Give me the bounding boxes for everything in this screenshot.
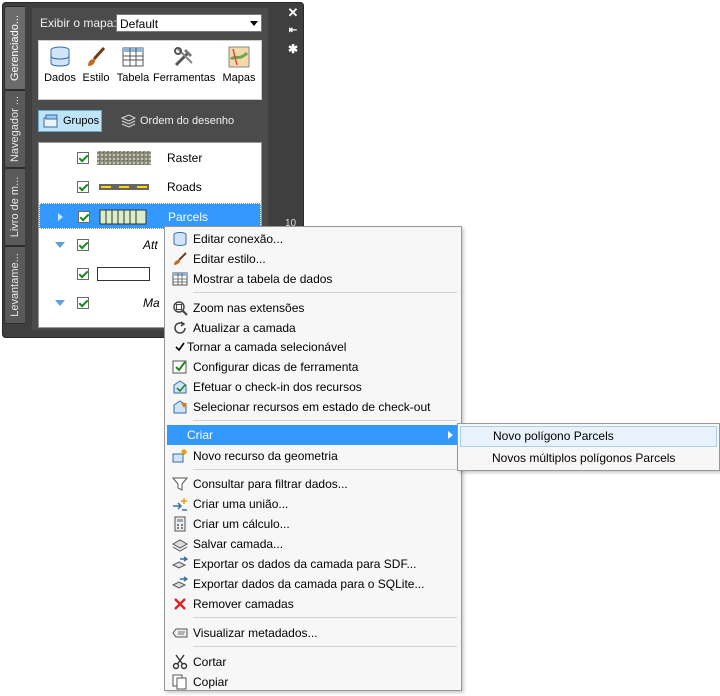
style-button[interactable]: Estilo	[79, 45, 113, 84]
groups-icon	[43, 114, 59, 128]
draw-order-icon	[120, 114, 137, 128]
checkout-icon	[172, 399, 188, 415]
menu-item-select-checked-out[interactable]: Selecionar recursos em estado de check-o…	[167, 397, 459, 417]
table-icon	[172, 271, 188, 287]
visibility-checkbox[interactable]	[77, 297, 89, 309]
visibility-checkbox[interactable]	[77, 152, 89, 164]
checkin-icon	[172, 379, 188, 395]
tools-button[interactable]: Ferramentas	[153, 45, 215, 84]
data-button[interactable]: Dados	[43, 45, 77, 84]
properties-icon[interactable]: ✱	[286, 42, 300, 56]
save-layer-icon	[171, 536, 189, 552]
menu-item-edit-connection[interactable]: Editar conexão...	[167, 229, 459, 249]
tooltip-icon	[172, 359, 188, 375]
menu-separator	[193, 292, 457, 293]
menu-item-zoom-extents[interactable]: Zoom nas extensões	[167, 298, 459, 318]
parcels-symbol-icon	[98, 209, 152, 225]
new-feature-icon	[172, 448, 188, 464]
menu-separator	[193, 420, 457, 421]
menu-item-view-metadata[interactable]: Visualizar metadados...	[167, 623, 459, 643]
chevron-down-icon	[250, 21, 258, 26]
menu-item-create[interactable]: Criar	[167, 425, 459, 445]
auto-hide-icon[interactable]: ⇤	[286, 24, 300, 38]
menu-item-remove-layers[interactable]: Remover camadas	[167, 594, 459, 614]
filter-icon	[171, 476, 189, 492]
draw-order-button[interactable]: Ordem do desenho	[118, 110, 234, 132]
submenu-item-new-multi-polygons[interactable]: Novos múltiplos polígonos Parcels	[460, 448, 717, 469]
menu-item-create-join[interactable]: Criar uma união...	[167, 494, 459, 514]
submenu-arrow-icon	[448, 431, 453, 439]
menu-item-copy[interactable]: Copiar	[167, 672, 459, 692]
table-button[interactable]: Tabela	[115, 45, 151, 84]
maps-button[interactable]: Mapas	[221, 45, 257, 84]
map-select[interactable]: Default	[116, 14, 262, 32]
map-icon	[227, 45, 251, 69]
menu-item-configure-tooltips[interactable]: Configurar dicas de ferramenta	[167, 357, 459, 377]
collapse-icon[interactable]	[55, 300, 65, 306]
visibility-checkbox[interactable]	[77, 239, 89, 251]
groups-bar: Grupos Ordem do desenho	[38, 108, 262, 134]
visibility-checkbox[interactable]	[78, 211, 90, 223]
submenu-item-new-polygon[interactable]: Novo polígono Parcels	[460, 426, 717, 447]
close-icon[interactable]: ✕	[286, 6, 300, 20]
groups-button[interactable]: Grupos	[38, 110, 102, 132]
join-icon	[172, 496, 188, 512]
menu-item-refresh-layer[interactable]: Atualizar a camada	[167, 318, 459, 338]
layer-row-roads[interactable]: Roads	[39, 174, 261, 200]
zoom-extents-icon	[172, 300, 188, 316]
metadata-icon	[172, 625, 188, 641]
tab-levantamento[interactable]: Levantame...	[4, 246, 25, 324]
menu-item-save-layer[interactable]: Salvar camada...	[167, 534, 459, 554]
menu-separator	[193, 469, 457, 470]
style-symbol-icon	[97, 266, 151, 282]
copy-icon	[172, 674, 188, 690]
map-select-label: Exibir o mapa:	[40, 16, 117, 30]
tab-navegador[interactable]: Navegador ...	[4, 90, 25, 168]
database-icon	[172, 231, 188, 247]
menu-item-new-geometry-feature[interactable]: Novo recurso da geometria	[167, 446, 459, 466]
brush-icon	[172, 251, 188, 267]
scissors-icon	[172, 654, 188, 670]
menu-item-export-sqlite[interactable]: Exportar dados da camada para o SQLite..…	[167, 574, 459, 594]
calculator-icon	[172, 516, 188, 532]
layer-row-raster[interactable]: Raster	[39, 145, 261, 171]
layer-context-menu: Editar conexão... Editar estilo... Mostr…	[164, 226, 462, 691]
database-icon	[48, 45, 72, 69]
menu-item-export-sdf[interactable]: Exportar os dados da camada para SDF...	[167, 554, 459, 574]
collapse-icon[interactable]	[55, 242, 65, 248]
create-submenu: Novo polígono Parcels Novos múltiplos po…	[457, 423, 720, 471]
menu-separator	[193, 646, 457, 647]
export-sdf-icon	[171, 556, 189, 572]
menu-item-query-filter[interactable]: Consultar para filtrar dados...	[167, 474, 459, 494]
pane-controls: ✕ ⇤ ✱ 10	[282, 2, 304, 230]
display-manager-toolbar: Dados Estilo Tabela Ferramentas Mapas	[38, 40, 262, 100]
menu-item-create-calculation[interactable]: Criar um cálculo...	[167, 514, 459, 534]
brush-icon	[84, 45, 108, 69]
menu-separator	[193, 617, 457, 618]
table-icon	[121, 45, 145, 69]
roads-symbol-icon	[97, 179, 151, 195]
tab-livro-de-mapas[interactable]: Livro de m...	[4, 168, 25, 246]
raster-symbol-icon	[97, 150, 151, 166]
menu-item-cut[interactable]: Cortar	[167, 652, 459, 672]
visibility-checkbox[interactable]	[77, 181, 89, 193]
menu-item-check-in[interactable]: Efetuar o check-in dos recursos	[167, 377, 459, 397]
visibility-checkbox[interactable]	[77, 268, 89, 280]
expand-icon[interactable]	[58, 213, 63, 221]
menu-item-make-selectable[interactable]: Tornar a camada selecionável	[167, 337, 459, 357]
export-sqlite-icon	[171, 576, 189, 592]
tab-gerenciador[interactable]: Gerenciado...	[4, 6, 25, 90]
menu-item-show-table[interactable]: Mostrar a tabela de dados	[167, 269, 459, 289]
refresh-icon	[172, 320, 188, 336]
menu-item-edit-style[interactable]: Editar estilo...	[167, 249, 459, 269]
remove-icon	[172, 596, 188, 612]
check-icon	[172, 339, 188, 355]
tools-icon	[172, 45, 196, 69]
